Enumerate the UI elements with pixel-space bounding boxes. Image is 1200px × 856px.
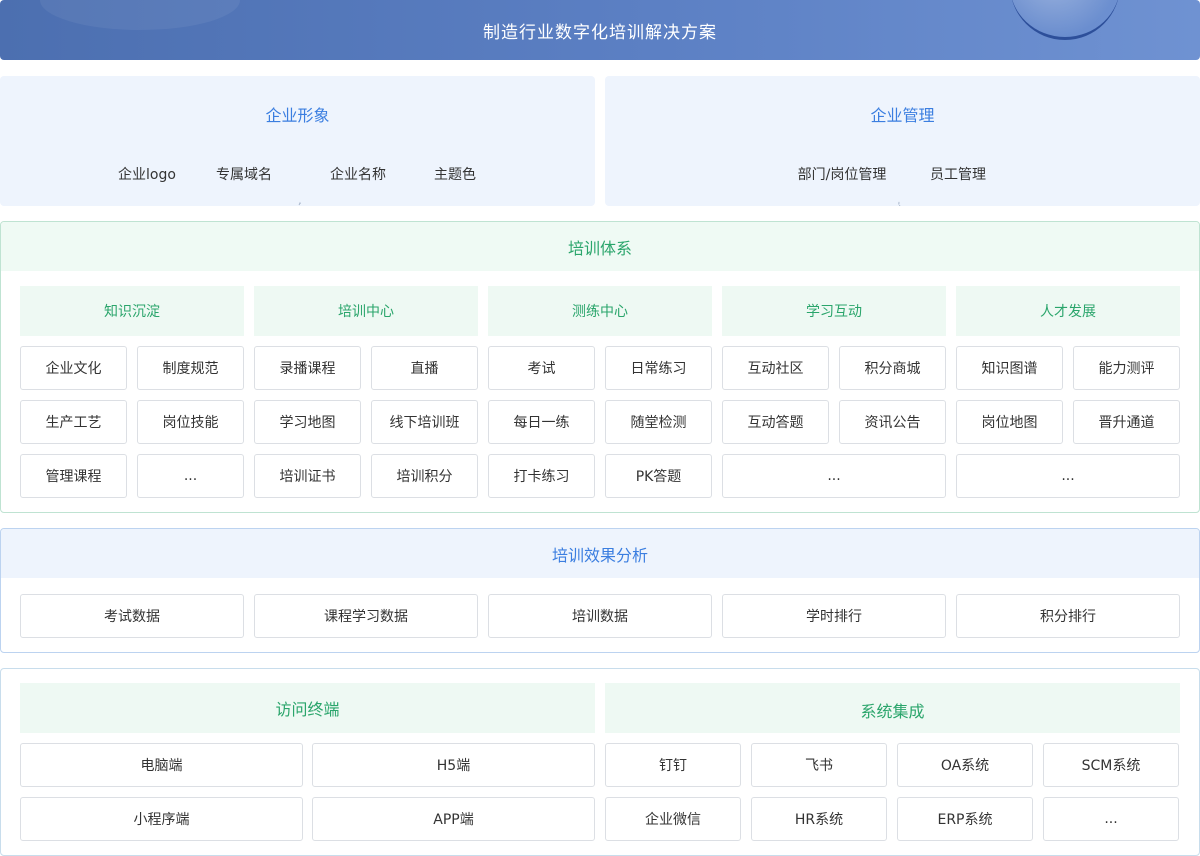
item-miniprogram: 小程序端 <box>20 797 303 841</box>
management-connector <box>897 201 901 206</box>
brand-item-name: 企业名称 <box>330 167 386 183</box>
item-skills: 岗位技能 <box>137 400 244 444</box>
item-live: 直播 <box>371 346 478 390</box>
item-more: ... <box>722 454 946 498</box>
training-title: 培训体系 <box>1 222 1199 271</box>
access-title: 访问终端 <box>20 683 595 733</box>
column-practice-center: 测练中心 <box>488 286 712 336</box>
item-exam-data: 考试数据 <box>20 594 244 638</box>
item-recorded: 录播课程 <box>254 346 361 390</box>
item-more: ... <box>1043 797 1179 841</box>
brand-connector <box>297 201 303 206</box>
item-app: APP端 <box>312 797 595 841</box>
brand-item-theme: 主题色 <box>434 167 476 183</box>
item-one-a-day: 每日一练 <box>488 400 595 444</box>
header-decoration <box>40 0 240 30</box>
item-hr: HR系统 <box>751 797 887 841</box>
item-certificate: 培训证书 <box>254 454 361 498</box>
item-knowledge-graph: 知识图谱 <box>956 346 1063 390</box>
brand-item-domain: 专属域名 <box>216 167 272 183</box>
item-culture: 企业文化 <box>20 346 127 390</box>
item-assessment: 能力测评 <box>1073 346 1180 390</box>
item-rules: 制度规范 <box>137 346 244 390</box>
access-integration-section: 访问终端 系统集成 电脑端 H5端 小程序端 APP端 钉钉 飞书 OA系统 S… <box>0 668 1200 856</box>
item-training-data: 培训数据 <box>488 594 712 638</box>
brand-item-logo: 企业logo <box>118 167 176 183</box>
item-points-ranking: 积分排行 <box>956 594 1180 638</box>
item-scm: SCM系统 <box>1043 743 1179 787</box>
training-section: 培训体系 知识沉淀 培训中心 测练中心 学习互动 人才发展 企业文化 制度规范 … <box>0 221 1200 513</box>
item-learning-map: 学习地图 <box>254 400 361 444</box>
item-more: ... <box>137 454 244 498</box>
item-post-map: 岗位地图 <box>956 400 1063 444</box>
management-item-dept: 部门/岗位管理 <box>797 167 887 183</box>
item-wecom: 企业微信 <box>605 797 741 841</box>
item-points: 培训积分 <box>371 454 478 498</box>
item-erp: ERP系统 <box>897 797 1033 841</box>
item-mgmt-course: 管理课程 <box>20 454 127 498</box>
item-h5: H5端 <box>312 743 595 787</box>
column-interaction: 学习互动 <box>722 286 946 336</box>
item-process: 生产工艺 <box>20 400 127 444</box>
page-title: 制造行业数字化培训解决方案 <box>483 22 717 43</box>
item-interactive-qa: 互动答题 <box>722 400 829 444</box>
management-item-staff: 员工管理 <box>930 167 986 183</box>
analysis-title: 培训效果分析 <box>1 529 1199 578</box>
item-news: 资讯公告 <box>839 400 946 444</box>
item-dingtalk: 钉钉 <box>605 743 741 787</box>
item-pc: 电脑端 <box>20 743 303 787</box>
management-panel: 企业管理 部门/岗位管理 员工管理 <box>605 76 1200 206</box>
item-mall: 积分商城 <box>839 346 946 390</box>
item-more: ... <box>956 454 1180 498</box>
item-promotion: 晋升通道 <box>1073 400 1180 444</box>
item-oa: OA系统 <box>897 743 1033 787</box>
item-exam: 考试 <box>488 346 595 390</box>
analysis-section: 培训效果分析 考试数据 课程学习数据 培训数据 学时排行 积分排行 <box>0 528 1200 653</box>
integration-title: 系统集成 <box>605 683 1180 733</box>
item-daily-practice: 日常练习 <box>605 346 712 390</box>
item-quiz: 随堂检测 <box>605 400 712 444</box>
item-offline-class: 线下培训班 <box>371 400 478 444</box>
item-pk: PK答题 <box>605 454 712 498</box>
item-course-data: 课程学习数据 <box>254 594 478 638</box>
item-checkin: 打卡练习 <box>488 454 595 498</box>
item-community: 互动社区 <box>722 346 829 390</box>
column-talent: 人才发展 <box>956 286 1180 336</box>
column-knowledge: 知识沉淀 <box>20 286 244 336</box>
item-feishu: 飞书 <box>751 743 887 787</box>
header-orb-decoration <box>1010 0 1120 40</box>
brand-panel: 企业形象 企业logo 专属域名 企业名称 主题色 <box>0 76 595 206</box>
item-hours-ranking: 学时排行 <box>722 594 946 638</box>
page-header: 制造行业数字化培训解决方案 <box>0 0 1200 60</box>
column-training-center: 培训中心 <box>254 286 478 336</box>
